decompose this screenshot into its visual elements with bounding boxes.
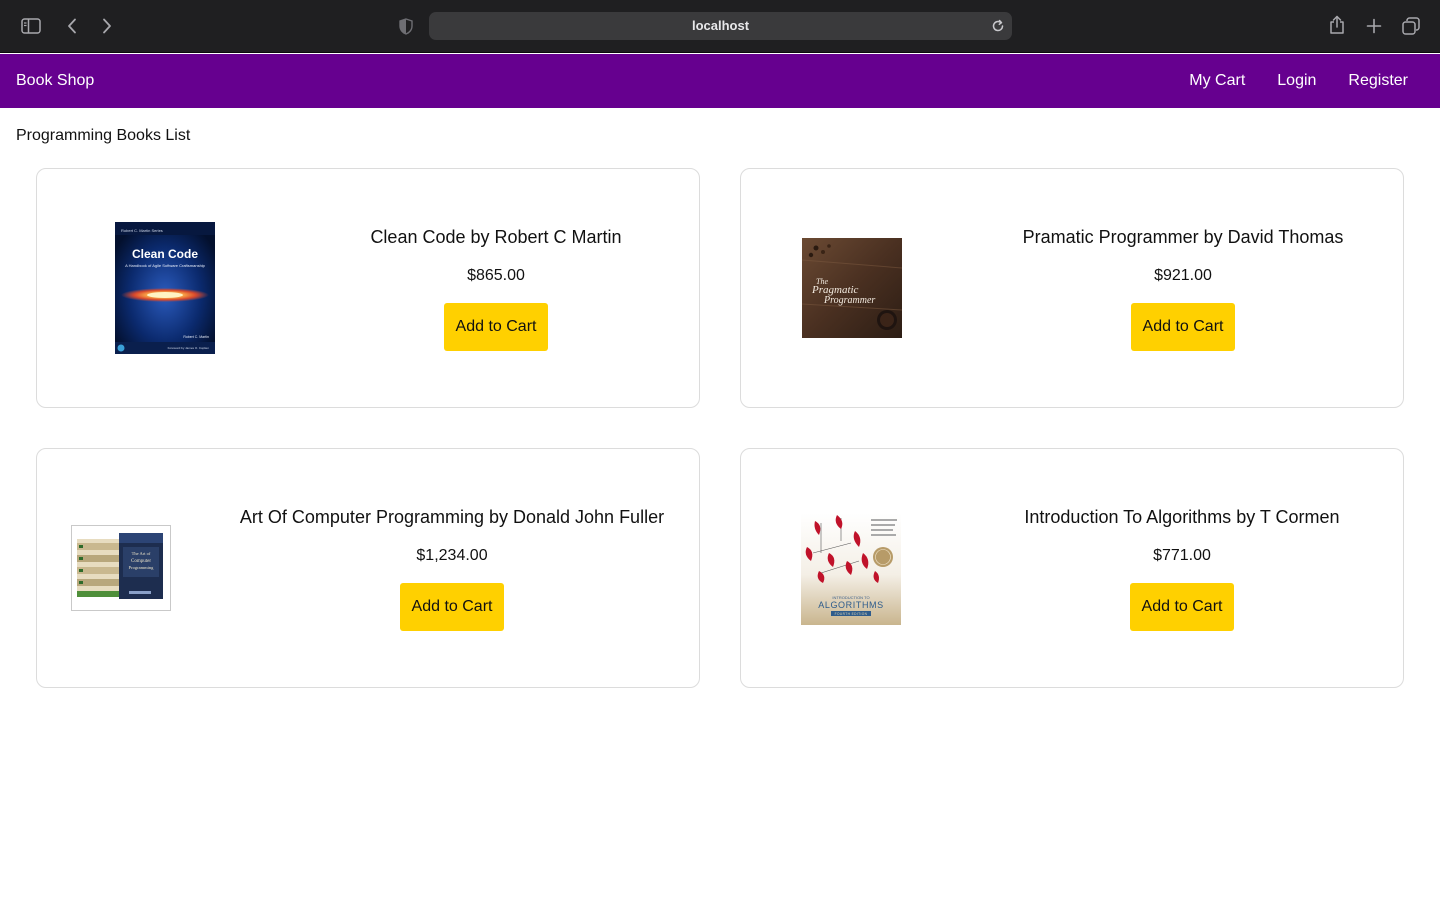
cover-author-text: Robert C. Martin [183, 335, 209, 339]
book-price: $771.00 [1153, 547, 1211, 564]
nav-links: My Cart Login Register [1157, 72, 1424, 90]
add-to-cart-button[interactable]: Add to Cart [443, 303, 549, 351]
book-cover-pragmatic-programmer[interactable]: The Pragmatic Programmer [801, 238, 903, 338]
nav-link-login[interactable]: Login [1277, 72, 1316, 90]
book-info: Introduction To Algorithms by T Cormen $… [1005, 449, 1359, 689]
book-card: The Pragmatic Programmer Pramatic Progra… [740, 168, 1404, 408]
book-grid: Robert C. Martin Series Clean Code A Han… [36, 168, 1404, 688]
book-info: Pramatic Programmer by David Thomas $921… [1022, 169, 1344, 409]
cover-series-text: Robert C. Martin Series [121, 228, 163, 233]
cover-line3-text: Programmer [823, 295, 875, 306]
browser-toolbar: localhost [0, 0, 1440, 53]
tabs-overview-icon[interactable] [1401, 16, 1421, 36]
book-price: $921.00 [1154, 267, 1212, 284]
add-to-cart-button[interactable]: Add to Cart [1130, 303, 1236, 351]
cover-foreword-text: Foreword by James O. Coplien [168, 346, 210, 350]
share-icon[interactable] [1327, 14, 1347, 36]
book-cover-art-of-computer-programming[interactable]: The Art of Computer Programming [71, 525, 171, 611]
cover-line3-text: Programming [129, 565, 154, 570]
new-tab-icon[interactable] [1364, 16, 1384, 36]
page-title: Programming Books List [16, 127, 191, 144]
add-to-cart-button[interactable]: Add to Cart [399, 583, 505, 631]
book-info: Clean Code by Robert C Martin $865.00 Ad… [349, 169, 643, 409]
nav-link-my-cart[interactable]: My Cart [1189, 72, 1245, 90]
privacy-shield-icon[interactable] [397, 16, 415, 36]
cover-line2-text: Computer [131, 559, 151, 564]
url-text[interactable]: localhost [429, 12, 1012, 40]
forward-icon[interactable] [98, 16, 116, 36]
book-cover-clean-code[interactable]: Robert C. Martin Series Clean Code A Han… [115, 222, 215, 354]
cover-edition-text: FOURTH EDITION [835, 612, 868, 616]
top-navbar: Book Shop My Cart Login Register [0, 54, 1440, 108]
sidebar-icon[interactable] [20, 16, 42, 36]
reload-icon[interactable] [990, 18, 1006, 34]
cover-title-text: ALGORITHMS [818, 600, 884, 610]
book-card: INTRODUCTION TO ALGORITHMS FOURTH EDITIO… [740, 448, 1404, 688]
book-cover-introduction-to-algorithms[interactable]: INTRODUCTION TO ALGORITHMS FOURTH EDITIO… [801, 513, 901, 625]
cover-line1-text: The Art of [132, 551, 151, 556]
book-title: Pramatic Programmer by David Thomas [1022, 227, 1344, 247]
book-price: $865.00 [467, 267, 525, 284]
add-to-cart-button[interactable]: Add to Cart [1129, 583, 1235, 631]
book-title: Clean Code by Robert C Martin [370, 227, 622, 247]
book-title: Art Of Computer Programming by Donald Jo… [239, 507, 665, 527]
book-card: Robert C. Martin Series Clean Code A Han… [36, 168, 700, 408]
book-price: $1,234.00 [416, 547, 488, 564]
nav-link-register[interactable]: Register [1348, 72, 1408, 90]
book-info: Art Of Computer Programming by Donald Jo… [233, 449, 671, 689]
cover-subtitle-text: A Handbook of Agile Software Craftsmansh… [125, 263, 206, 268]
back-icon[interactable] [63, 16, 81, 36]
cover-title-text: Clean Code [132, 247, 198, 261]
book-card: The Art of Computer Programming Art Of C… [36, 448, 700, 688]
brand-link[interactable]: Book Shop [16, 72, 94, 90]
address-bar[interactable]: localhost [429, 12, 1012, 40]
book-title: Introduction To Algorithms by T Cormen [1024, 507, 1340, 527]
